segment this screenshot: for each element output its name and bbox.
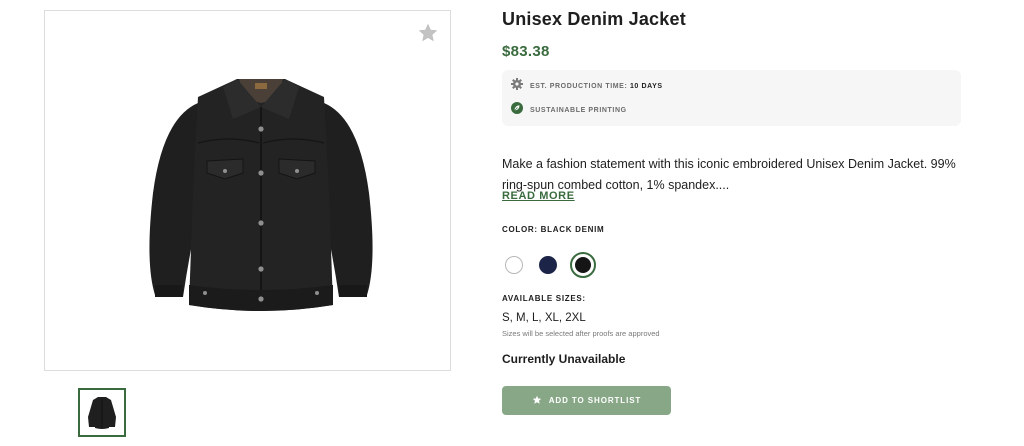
production-time-value: 10 DAYS	[629, 82, 663, 90]
read-more-link[interactable]: READ MORE	[502, 190, 575, 202]
color-swatch-navy[interactable]	[539, 256, 557, 274]
star-icon	[532, 392, 542, 410]
sustainable-row: SUSTAINABLE PRINTING	[511, 101, 627, 119]
product-title: Unisex Denim Jacket	[502, 9, 686, 29]
sizes-values: S, M, L, XL, 2XL	[502, 312, 586, 324]
product-thumbnail[interactable]	[78, 388, 126, 437]
sizes-note: Sizes will be selected after proofs are …	[502, 329, 660, 338]
color-label: COLOR: BLACK DENIM	[502, 225, 605, 234]
add-to-shortlist-button[interactable]: ADD TO SHORTLIST	[502, 386, 671, 415]
leaf-icon	[511, 101, 523, 119]
jacket-image	[143, 73, 379, 321]
production-time-label: EST. PRODUCTION TIME:	[530, 82, 628, 90]
sizes-label: AVAILABLE SIZES:	[502, 294, 586, 303]
color-swatch-black-denim[interactable]	[570, 252, 596, 278]
production-time-row: EST. PRODUCTION TIME: 10 DAYS	[511, 77, 663, 95]
color-swatch-black-fill	[575, 257, 591, 273]
favorite-star-icon[interactable]	[418, 23, 438, 43]
product-main-image	[44, 10, 451, 371]
add-to-shortlist-label: ADD TO SHORTLIST	[548, 396, 642, 405]
product-price: $83.38	[502, 43, 550, 60]
production-info-box: EST. PRODUCTION TIME: 10 DAYS SUSTAINABL…	[502, 70, 961, 126]
gear-icon	[511, 77, 523, 95]
availability-status: Currently Unavailable	[502, 352, 626, 366]
color-swatch-white[interactable]	[505, 256, 523, 274]
sustainable-label: SUSTAINABLE PRINTING	[530, 106, 627, 114]
